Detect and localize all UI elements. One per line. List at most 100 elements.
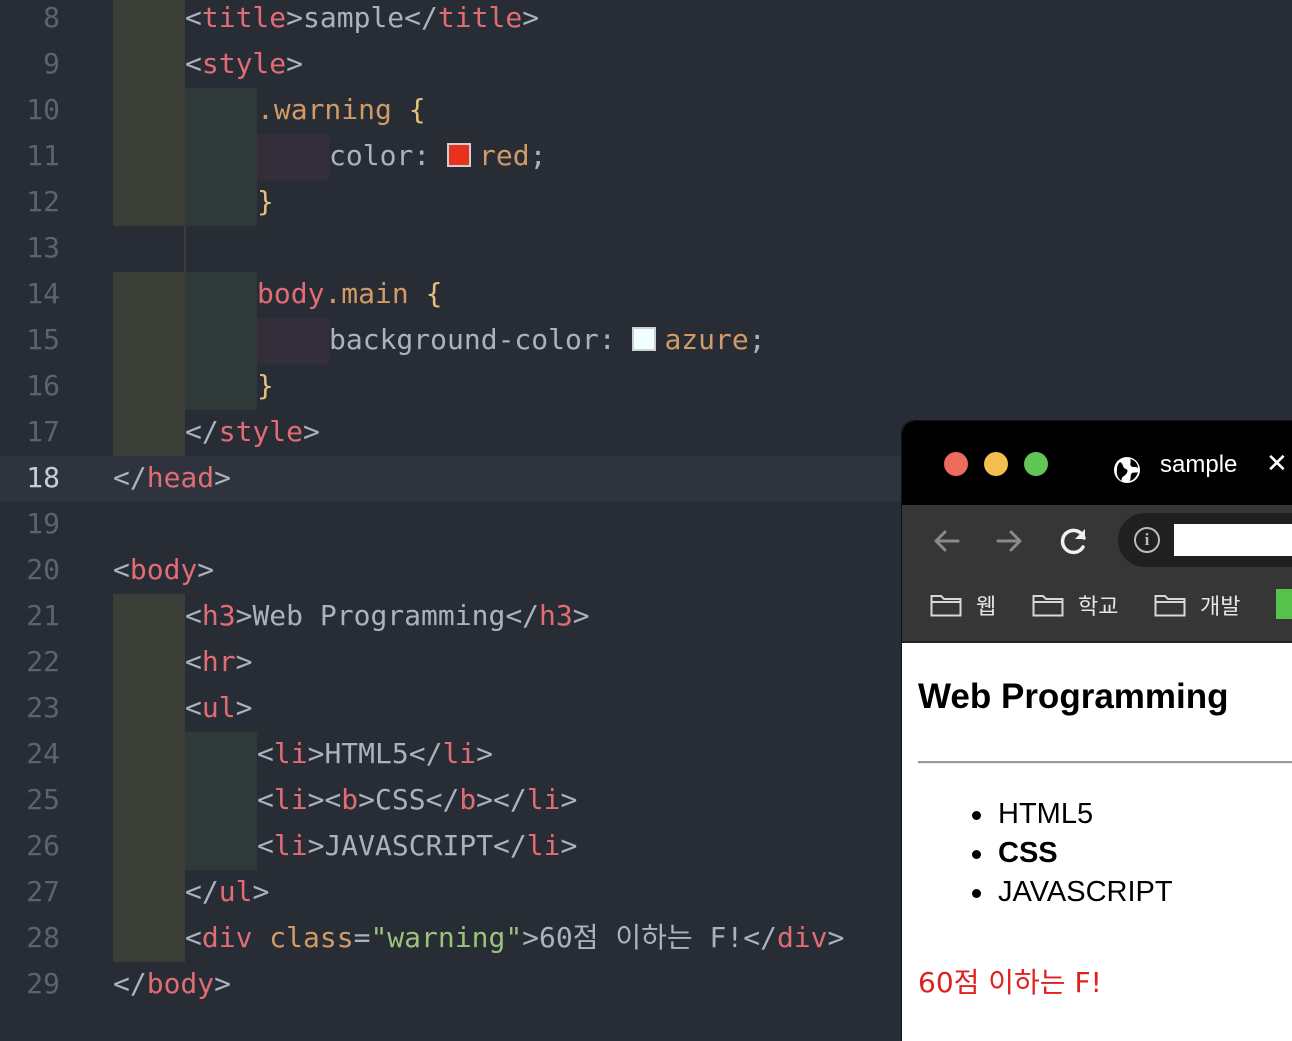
code-token: h3 — [539, 599, 573, 632]
globe-icon — [1114, 457, 1140, 483]
tab-close-icon[interactable]: ✕ — [1266, 449, 1288, 479]
window-close-button[interactable] — [944, 452, 968, 476]
code-line[interactable]: } — [257, 363, 274, 409]
reload-icon[interactable] — [1054, 521, 1094, 561]
folder-icon — [930, 595, 962, 617]
code-line[interactable]: <body> — [113, 547, 214, 593]
code-token: < — [185, 921, 202, 954]
code-line[interactable]: .warning { — [257, 87, 426, 133]
code-token: > — [476, 737, 494, 770]
code-token: body — [146, 967, 215, 1000]
code-token: div — [776, 921, 828, 954]
code-token: li — [526, 783, 561, 816]
line-number: 13 — [26, 231, 60, 264]
code-token: hr — [201, 645, 236, 678]
code-token: > — [252, 875, 270, 908]
code-line[interactable]: <li><b>CSS</b></li> — [257, 777, 577, 823]
code-token: > — [286, 47, 304, 80]
code-token: JAVASCRIPT — [324, 829, 494, 862]
line-number: 19 — [26, 507, 60, 540]
code-token: > — [827, 921, 845, 954]
code-token: > — [214, 461, 232, 494]
code-token: > — [358, 783, 376, 816]
bookmark-web[interactable]: 웹 — [930, 585, 996, 625]
code-token: } — [257, 369, 274, 402]
code-token: > — [560, 783, 578, 816]
line-number: 22 — [26, 645, 60, 678]
line-number: 23 — [26, 691, 60, 724]
info-icon[interactable]: i — [1134, 527, 1160, 553]
window-maximize-button[interactable] — [1024, 452, 1048, 476]
code-line[interactable]: <title>sample</title> — [185, 0, 539, 41]
code-line[interactable]: background-color: azure; — [329, 317, 766, 363]
line-number: 27 — [26, 875, 60, 908]
indent-guide — [184, 226, 186, 272]
code-token: </ — [743, 921, 777, 954]
code-line[interactable]: color: red; — [329, 133, 546, 179]
line-number: 9 — [43, 47, 60, 80]
code-token: style — [201, 47, 287, 80]
code-token: Web Programming — [252, 599, 506, 632]
code-line[interactable]: </head> — [113, 455, 231, 501]
code-token: > — [307, 829, 325, 862]
bookmark-dev[interactable]: 개발 — [1154, 585, 1240, 625]
back-arrow-icon[interactable] — [926, 521, 966, 561]
url-input[interactable] — [1174, 524, 1292, 556]
code-token: 60점 이하는 F! — [539, 921, 744, 954]
code-token: > — [522, 1, 540, 34]
code-line[interactable]: } — [257, 179, 274, 225]
tab-title[interactable]: sample — [1160, 451, 1237, 479]
forward-arrow-icon[interactable] — [990, 521, 1030, 561]
line-number: 24 — [26, 737, 60, 770]
color-swatch-red[interactable] — [447, 143, 472, 167]
horizontal-rule — [918, 761, 1292, 764]
code-line[interactable]: <style> — [185, 41, 303, 87]
code-token: </ — [185, 875, 219, 908]
line-number: 16 — [26, 369, 60, 402]
line-number: 15 — [26, 323, 60, 356]
indent-guide — [257, 318, 329, 364]
indent-guide — [113, 594, 185, 962]
code-token: ; — [748, 323, 766, 356]
code-token: > — [235, 599, 253, 632]
code-token: < — [185, 1, 202, 34]
code-line[interactable]: <div class="warning">60점 이하는 F!</div> — [185, 915, 844, 961]
code-line[interactable]: <h3>Web Programming</h3> — [185, 593, 590, 639]
code-token: </ — [408, 737, 443, 770]
line-number: 29 — [26, 967, 60, 1000]
indent-guide — [185, 732, 257, 870]
code-line[interactable]: <ul> — [185, 685, 252, 731]
code-line[interactable]: <li>HTML5</li> — [257, 731, 493, 777]
bookmark-school[interactable]: 학교 — [1032, 585, 1118, 625]
code-token: < — [185, 599, 202, 632]
address-bar[interactable]: i — [1118, 513, 1292, 567]
code-line[interactable]: <hr> — [185, 639, 252, 685]
bookmark-label: 웹 — [976, 595, 997, 620]
line-number: 11 — [26, 139, 60, 172]
line-number: 21 — [26, 599, 60, 632]
code-token: < — [185, 645, 202, 678]
window-minimize-button[interactable] — [984, 452, 1008, 476]
code-token: < — [185, 47, 202, 80]
code-token: b — [341, 783, 359, 816]
browser-window[interactable]: sample ✕ i 웹 학교 개발 Web Programming HTML5… — [902, 421, 1292, 1041]
code-line[interactable]: </ul> — [185, 869, 269, 915]
code-line[interactable]: </body> — [113, 961, 231, 1007]
code-token: .warning — [257, 93, 392, 126]
code-token: li — [273, 783, 308, 816]
line-number: 8 — [43, 1, 60, 34]
code-token: } — [257, 185, 274, 218]
code-line[interactable]: <li>JAVASCRIPT</li> — [257, 823, 577, 869]
color-swatch-azure[interactable] — [632, 327, 657, 351]
bookmark-favicon-icon[interactable] — [1276, 589, 1292, 619]
code-line[interactable]: </style> — [185, 409, 320, 455]
code-line[interactable]: body.main { — [257, 271, 442, 317]
code-token: > — [286, 1, 304, 34]
list-item: JAVASCRIPT — [970, 873, 1173, 912]
browser-titlebar[interactable]: sample ✕ — [902, 421, 1292, 505]
line-number: 12 — [26, 185, 60, 218]
code-token: body — [129, 553, 198, 586]
code-token: </ — [404, 1, 438, 34]
code-token: color: — [329, 139, 448, 172]
indent-guide — [185, 88, 257, 226]
